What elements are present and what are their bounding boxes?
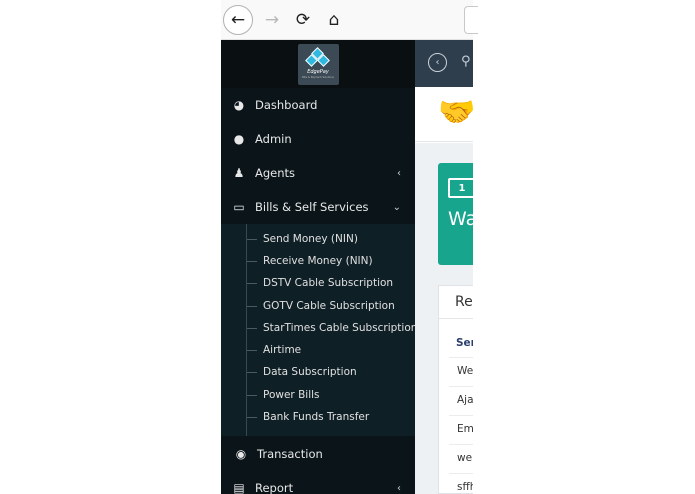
sidebar-item-label: Bills & Self Services	[255, 200, 369, 214]
wallet-card-title: Wa	[448, 208, 473, 230]
users-icon: ♟	[233, 166, 245, 180]
submenu-item-data[interactable]: Data Subscription	[221, 361, 415, 383]
chevron-left-icon: ‹	[397, 482, 401, 494]
submenu-item-send-money[interactable]: Send Money (NIN)	[221, 228, 415, 250]
arrow-left-icon: ←	[230, 10, 246, 30]
sidebar-item-agents[interactable]: ♟ Agents ‹	[221, 156, 415, 190]
submenu-item-dstv[interactable]: DSTV Cable Subscription	[221, 272, 415, 294]
brand-header: EdgePay Bills & Payment Solutions	[221, 40, 415, 88]
submenu-item-airtime[interactable]: Airtime	[221, 339, 415, 361]
recent-panel: Re Ser We Aja Em wel sffh	[438, 285, 473, 494]
submenu-item-power[interactable]: Power Bills	[221, 384, 415, 406]
sidebar: EdgePay Bills & Payment Solutions ◕ Dash…	[221, 40, 417, 494]
sidebar-item-transaction[interactable]: ◉ Transaction	[221, 437, 415, 471]
dashboard-icon: ◕	[233, 98, 245, 112]
search-icon[interactable]: ⚲	[461, 54, 473, 70]
sidebar-item-label: Admin	[255, 132, 292, 146]
handshake-icon: 🤝	[438, 96, 473, 130]
logo-text: EdgePay	[307, 69, 329, 75]
table-cell: wel	[457, 452, 473, 464]
sidebar-item-label: Dashboard	[255, 98, 318, 112]
chevron-down-icon: ⌄	[392, 201, 401, 213]
logo-mark-icon	[305, 47, 330, 67]
sidebar-item-label: Agents	[255, 166, 296, 180]
panel-divider	[439, 318, 473, 319]
home-button[interactable]: ⌂	[319, 5, 349, 35]
app-window: ← → ⟳ ⌂ EdgePay Bills & Payment Solution…	[0, 0, 695, 494]
table-cell: We	[457, 365, 473, 377]
home-icon: ⌂	[328, 10, 340, 30]
wallet-card[interactable]: 1 Wa	[438, 163, 473, 265]
table-cell: sffh	[457, 481, 473, 493]
sidebar-item-report[interactable]: ▤ Report ‹	[221, 471, 415, 494]
sidebar-item-admin[interactable]: ● Admin	[221, 122, 415, 156]
chevron-left-icon: ‹	[397, 167, 401, 179]
sidebar-item-label: Transaction	[257, 447, 323, 461]
arrow-right-icon: →	[264, 10, 280, 30]
sidebar-toggle-button[interactable]: ‹	[428, 53, 447, 72]
submenu-item-receive-money[interactable]: Receive Money (NIN)	[221, 250, 415, 272]
top-navbar: ‹ ⚲	[415, 40, 473, 87]
reload-button[interactable]: ⟳	[288, 5, 318, 35]
address-bar[interactable]	[464, 6, 478, 34]
table-column-header: Ser	[456, 337, 473, 349]
sidebar-item-bills[interactable]: ▭ Bills & Self Services ⌄	[221, 190, 415, 224]
back-button[interactable]: ←	[223, 5, 253, 35]
table-cell: Em	[457, 423, 473, 435]
sidebar-item-dashboard[interactable]: ◕ Dashboard	[221, 88, 415, 122]
browser-toolbar: ← → ⟳ ⌂	[221, 0, 478, 40]
panel-title: Re	[455, 294, 473, 310]
chevron-left-icon: ‹	[435, 57, 440, 68]
file-icon: ▤	[233, 481, 245, 494]
submenu-item-bank-transfer[interactable]: Bank Funds Transfer	[221, 406, 415, 428]
bills-submenu: Send Money (NIN) Receive Money (NIN) DST…	[221, 224, 417, 436]
reload-icon: ⟳	[295, 10, 311, 30]
forward-button[interactable]: →	[257, 5, 287, 35]
submenu-item-gotv[interactable]: GOTV Cable Subscription	[221, 295, 415, 317]
credit-card-icon: ▭	[233, 200, 245, 214]
submenu-item-startimes[interactable]: StarTimes Cable Subscription	[221, 317, 417, 339]
money-icon: 1	[448, 178, 473, 198]
circle-dot-icon: ◉	[235, 447, 247, 461]
logo[interactable]: EdgePay Bills & Payment Solutions	[297, 43, 339, 85]
user-circle-icon: ●	[233, 132, 245, 146]
sidebar-item-label: Report	[255, 481, 294, 494]
logo-subtext: Bills & Payment Solutions	[302, 76, 334, 79]
table-cell: Aja	[457, 394, 473, 406]
